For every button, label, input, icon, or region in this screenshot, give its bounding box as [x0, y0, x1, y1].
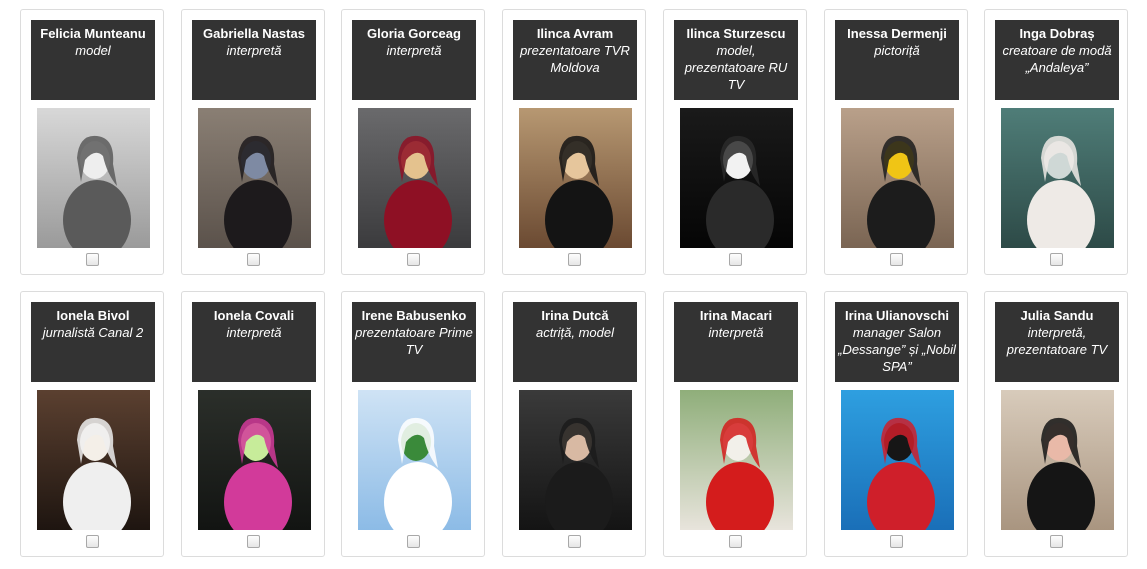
profile-role: actriță, model: [535, 325, 615, 340]
profile-card: Irene Babusenko prezentatoare Prime TV: [341, 291, 485, 557]
profile-name: Ilinca Avram: [536, 26, 614, 41]
profile-card: Ionela Bivol jurnalistă Canal 2: [20, 291, 164, 557]
profile-label: Irene Babusenko prezentatoare Prime TV: [352, 302, 476, 382]
profile-label: Ionela Covali interpretă: [192, 302, 316, 382]
photo-woman-closeup[interactable]: [519, 390, 632, 530]
profile-card: Gabriella Nastas interpretă: [181, 9, 325, 275]
select-checkbox[interactable]: [729, 535, 742, 548]
profile-name: Irene Babusenko: [361, 308, 467, 323]
profile-name: Gabriella Nastas: [203, 26, 305, 41]
photo-woman-red-dress[interactable]: [358, 108, 471, 248]
profile-card: Irina Dutcă actriță, model: [502, 291, 646, 557]
profile-card: Inessa Dermenji pictoriță: [824, 9, 968, 275]
profile-name: Gloria Gorceag: [367, 26, 461, 41]
profile-label: Irina Ulianovschi manager Salon „Dessange…: [835, 302, 959, 382]
photo-woman-fashiontv[interactable]: [680, 108, 793, 248]
photo-woman-motorcycle[interactable]: [841, 108, 954, 248]
select-checkbox[interactable]: [86, 253, 99, 266]
profile-card: Ilinca Sturzescu model, prezentatoare RU …: [663, 9, 807, 275]
select-checkbox[interactable]: [407, 535, 420, 548]
profile-role: interpretă: [708, 325, 764, 340]
profile-card: Julia Sandu interpretă, prezentatoare TV: [984, 291, 1128, 557]
profile-card: Felicia Munteanu model: [20, 9, 164, 275]
select-checkbox[interactable]: [247, 253, 260, 266]
profile-role: interpretă: [386, 43, 442, 58]
profile-name: Felicia Munteanu: [40, 26, 146, 41]
select-checkbox[interactable]: [1050, 535, 1063, 548]
profile-name: Julia Sandu: [1020, 308, 1094, 323]
profile-name: Irina Dutcă: [541, 308, 609, 323]
profile-name: Inessa Dermenji: [847, 26, 947, 41]
profile-role: model: [75, 43, 111, 58]
profile-card: Ilinca Avram prezentatoare TVR Moldova: [502, 9, 646, 275]
profile-role: model, prezentatoare RU TV: [684, 43, 788, 92]
select-checkbox[interactable]: [568, 253, 581, 266]
profile-label: Felicia Munteanu model: [31, 20, 155, 100]
photo-woman-portrait[interactable]: [519, 108, 632, 248]
select-checkbox[interactable]: [247, 535, 260, 548]
photo-woman-bride[interactable]: [358, 390, 471, 530]
profile-label: Inessa Dermenji pictoriță: [835, 20, 959, 100]
photo-woman-red-balcony[interactable]: [680, 390, 793, 530]
profile-name: Irina Macari: [699, 308, 773, 323]
photo-woman-chair[interactable]: [1001, 108, 1114, 248]
photo-woman-stairs[interactable]: [198, 108, 311, 248]
profile-label: Irina Macari interpretă: [674, 302, 798, 382]
profile-name: Irina Ulianovschi: [844, 308, 950, 323]
select-checkbox[interactable]: [568, 535, 581, 548]
profile-label: Ilinca Avram prezentatoare TVR Moldova: [513, 20, 637, 100]
profile-label: Ilinca Sturzescu model, prezentatoare RU …: [674, 20, 798, 100]
profile-card: Ionela Covali interpretă: [181, 291, 325, 557]
select-checkbox[interactable]: [729, 253, 742, 266]
profile-role: prezentatoare TVR Moldova: [520, 43, 630, 75]
profile-role: interpretă: [226, 43, 282, 58]
profile-role: interpretă: [226, 325, 282, 340]
profile-card: Irina Macari interpretă: [663, 291, 807, 557]
photo-woman-red-blazer[interactable]: [841, 390, 954, 530]
profile-label: Inga Dobraș creatoare de modă „Andaleya”: [995, 20, 1119, 100]
profile-role: manager Salon „Dessange” și „Nobil SPA”: [838, 325, 956, 374]
profile-label: Gabriella Nastas interpretă: [192, 20, 316, 100]
profile-role: jurnalistă Canal 2: [42, 325, 144, 340]
profile-card: Irina Ulianovschi manager Salon „Dessange…: [824, 291, 968, 557]
photo-woman-bed-newspaper[interactable]: [37, 390, 150, 530]
profile-label: Julia Sandu interpretă, prezentatoare TV: [995, 302, 1119, 382]
photo-woman-shop[interactable]: [1001, 390, 1114, 530]
profile-label: Irina Dutcă actriță, model: [513, 302, 637, 382]
profile-name: Ionela Bivol: [56, 308, 130, 323]
profile-name: Ionela Covali: [213, 308, 295, 323]
select-checkbox[interactable]: [1050, 253, 1063, 266]
profile-role: interpretă, prezentatoare TV: [1006, 325, 1108, 357]
profile-card: Inga Dobraș creatoare de modă „Andaleya”: [984, 9, 1128, 275]
profile-name: Ilinca Sturzescu: [686, 26, 786, 41]
profile-role: pictoriță: [874, 43, 920, 58]
photo-woman-car[interactable]: [198, 390, 311, 530]
profile-name: Inga Dobraș: [1019, 26, 1095, 41]
select-checkbox[interactable]: [890, 535, 903, 548]
select-checkbox[interactable]: [86, 535, 99, 548]
profile-label: Ionela Bivol jurnalistă Canal 2: [31, 302, 155, 382]
photo-woman-bw[interactable]: [37, 108, 150, 248]
select-checkbox[interactable]: [890, 253, 903, 266]
profile-role: creatoare de modă „Andaleya”: [1002, 43, 1112, 75]
select-checkbox[interactable]: [407, 253, 420, 266]
profile-label: Gloria Gorceag interpretă: [352, 20, 476, 100]
profile-role: prezentatoare Prime TV: [355, 325, 473, 357]
profile-card: Gloria Gorceag interpretă: [341, 9, 485, 275]
